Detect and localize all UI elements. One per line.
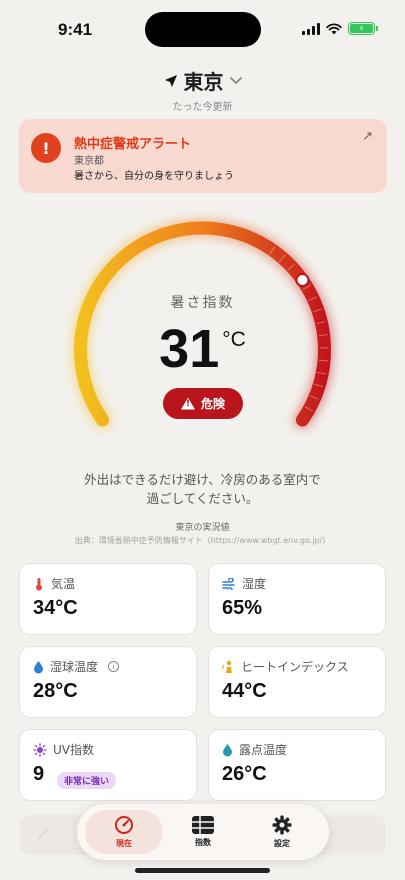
tab-current-label: 現在	[116, 839, 132, 848]
dew-point-value: 26°C	[222, 763, 267, 785]
sun-icon	[33, 742, 47, 757]
humidity-label: 湿度	[242, 577, 267, 591]
tab-index[interactable]: 指数	[164, 810, 242, 854]
cellular-signal-icon	[302, 22, 320, 35]
gauge-number: 31	[159, 319, 220, 379]
status-bar: 9:41 ⚡	[0, 0, 405, 58]
alert-region: 東京都	[74, 156, 104, 167]
wet-bulb-label: 湿球温度	[50, 660, 99, 674]
grid-list-icon	[192, 816, 214, 834]
alert-icon: !	[31, 133, 61, 163]
open-external-icon[interactable]: ↗	[362, 129, 373, 144]
wet-bulb-card[interactable]: 湿球温度 i 28°C	[19, 646, 197, 718]
uv-index-value: 9	[33, 763, 45, 785]
location-name: 東京	[183, 70, 224, 94]
gauge-icon	[115, 816, 133, 834]
location-header[interactable]: 東京 たった今更新	[0, 66, 405, 113]
wet-bulb-value: 28°C	[33, 680, 78, 702]
status-time: 9:41	[58, 20, 93, 39]
wbgt-gauge: 暑さ指数 31°C 危険	[40, 200, 365, 460]
alert-message: 暑さから、自分の身を守りましょう	[74, 171, 234, 182]
tab-settings[interactable]: 設定	[243, 810, 321, 854]
dew-drop-icon	[223, 743, 232, 756]
danger-level-badge: 危険	[163, 388, 243, 419]
heat-index-label: ヒートインデックス	[241, 660, 349, 674]
temperature-value: 34°C	[33, 597, 78, 619]
tab-settings-label: 設定	[274, 839, 290, 848]
heat-person-icon	[222, 660, 232, 673]
thermometer-icon	[36, 577, 42, 590]
heat-index-card[interactable]: ヒートインデックス 44°C	[208, 646, 386, 718]
heat-index-value: 44°C	[222, 680, 267, 702]
uv-index-card[interactable]: UV指数 9 非常に強い	[19, 729, 197, 801]
dew-point-card[interactable]: 露点温度 26°C	[208, 729, 386, 801]
info-icon[interactable]: i	[108, 661, 120, 672]
source-title: 東京の実況値	[175, 523, 230, 533]
gauge-unit: °C	[222, 328, 246, 351]
chevron-down-icon	[229, 76, 242, 84]
gauge-value: 31 °C	[40, 318, 365, 380]
gauge-label: 暑さ指数	[170, 295, 235, 311]
advice-line-2: 過ごしてください。	[146, 491, 259, 506]
humidity-value: 65%	[222, 597, 263, 619]
warning-icon	[180, 397, 195, 410]
dynamic-island	[145, 12, 261, 47]
source-link[interactable]: 出典：環境省熱中症予防情報サイト（https://www.wbgt.env.go…	[0, 535, 405, 546]
advice-text: 外出はできるだけ避け、冷房のある室内で 過ごしてください。	[0, 470, 405, 508]
updated-label: たった今更新	[172, 102, 233, 113]
temperature-label: 気温	[51, 577, 76, 591]
gauge-indicator	[295, 273, 310, 288]
temperature-card[interactable]: 気温 34°C	[19, 563, 197, 635]
heatstroke-alert-card[interactable]: ! 熱中症警戒アラート 東京都 暑さから、自分の身を守りましょう ↗	[19, 119, 387, 193]
gear-icon	[272, 815, 292, 835]
wifi-icon	[326, 22, 342, 34]
advice-line-1: 外出はできるだけ避け、冷房のある室内で	[84, 472, 321, 487]
tab-bar: 現在 指数 設定	[77, 804, 329, 860]
uv-level-badge: 非常に強い	[57, 772, 117, 789]
battery-icon: ⚡	[348, 22, 378, 35]
home-indicator	[135, 868, 270, 873]
dew-point-label: 露点温度	[239, 743, 288, 757]
location-arrow-icon	[164, 74, 177, 87]
wind-icon	[222, 577, 235, 590]
status-icons: ⚡	[302, 22, 378, 35]
uv-index-label: UV指数	[53, 743, 94, 757]
droplet-icon	[34, 660, 43, 673]
danger-level-label: 危険	[200, 397, 225, 411]
alert-title: 熱中症警戒アラート	[74, 137, 192, 152]
humidity-card[interactable]: 湿度 65%	[208, 563, 386, 635]
chart-icon: ⟋	[38, 827, 48, 843]
tab-index-label: 指数	[195, 838, 211, 847]
tab-current[interactable]: 現在	[85, 810, 163, 854]
